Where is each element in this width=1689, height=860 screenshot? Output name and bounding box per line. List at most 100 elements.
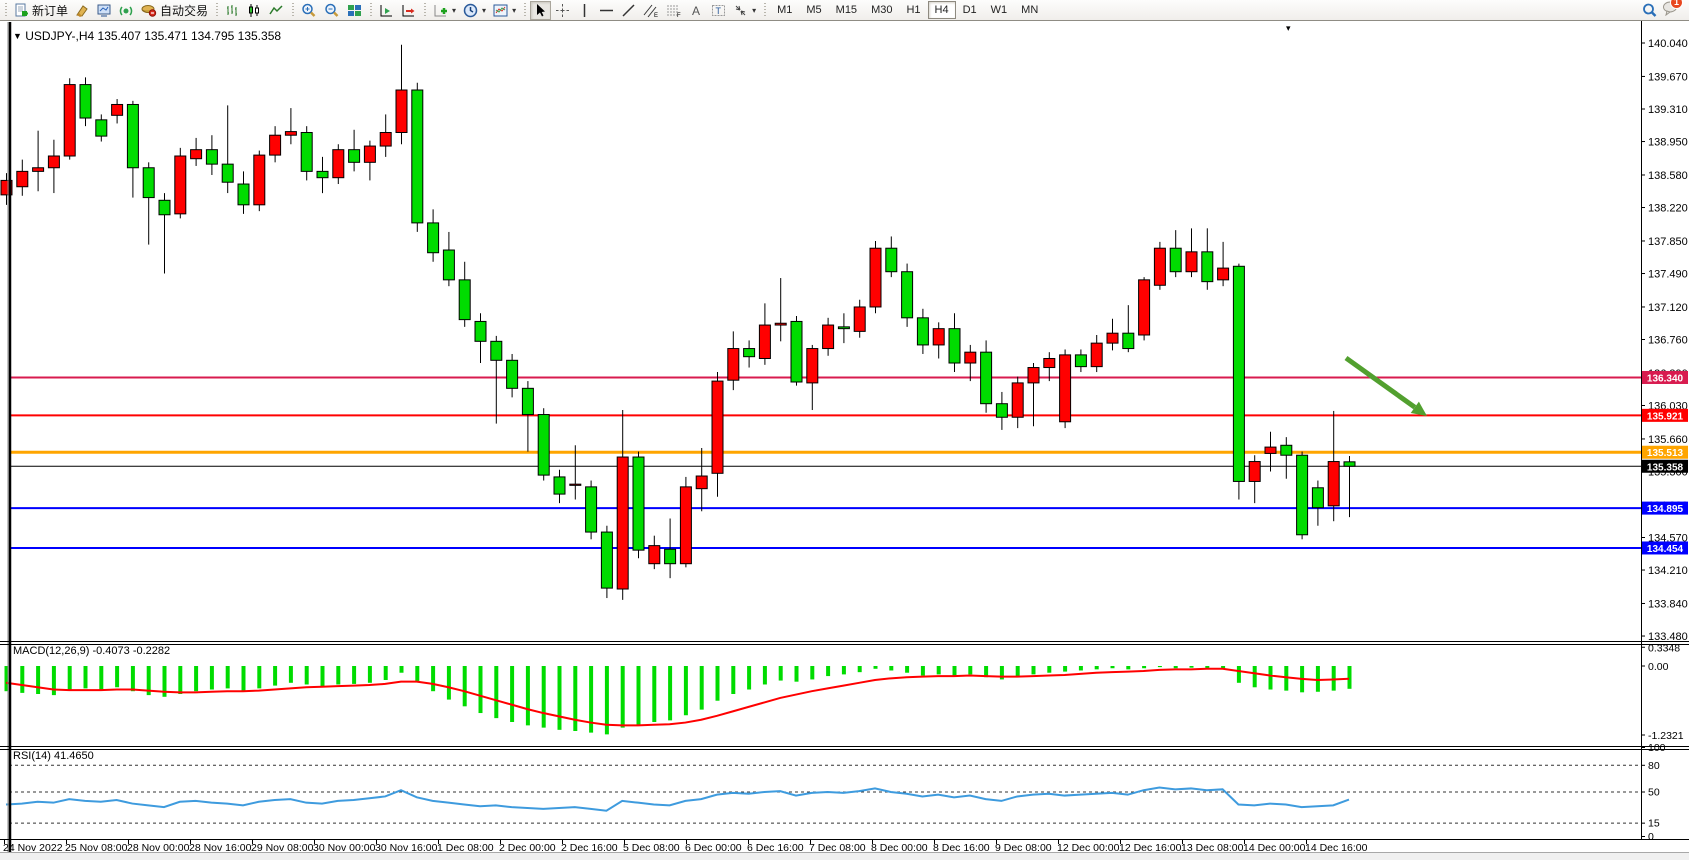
time-tick-label: 7 Dec 08:00 (809, 842, 866, 854)
time-tick-label: 30 Nov 16:00 (375, 842, 438, 854)
timeframe-tab-MN[interactable]: MN (1014, 1, 1045, 19)
equidistant-channel-icon: E (643, 3, 659, 18)
timeframe-tab-H1[interactable]: H1 (899, 1, 927, 19)
horizontal-line-tool-button[interactable] (596, 1, 617, 20)
toolbar-grip (422, 3, 427, 18)
chart-window-icon (97, 3, 112, 18)
candlestick-chart-button[interactable] (244, 1, 265, 20)
candle-body (96, 120, 107, 136)
timeframe-tab-M15[interactable]: M15 (829, 1, 864, 19)
time-tick-label: 29 Nov 08:00 (251, 842, 314, 854)
dropdown-caret-icon[interactable]: ▾ (752, 6, 756, 15)
candle-body (902, 272, 913, 318)
candle-body (807, 349, 818, 383)
chart-window-button[interactable] (94, 1, 115, 20)
toolbar-grip (368, 3, 373, 18)
periods-button[interactable]: ▾ (460, 1, 489, 20)
indicators-button[interactable]: ▾ (430, 1, 459, 20)
price-tick-label: 139.670 (1648, 71, 1688, 83)
zoom-in-icon (301, 3, 317, 18)
candle-body (917, 318, 928, 345)
timeframe-tab-D1[interactable]: D1 (956, 1, 984, 19)
time-tick-label: 8 Dec 00:00 (871, 842, 928, 854)
price-tick-label: 133.840 (1648, 598, 1688, 610)
candle-body (443, 250, 454, 280)
new-order-label: 新订单 (32, 2, 68, 19)
candle-body (507, 360, 518, 388)
candle-body (696, 476, 707, 489)
time-tick-label: 28 Nov 16:00 (189, 842, 252, 854)
brush-button[interactable] (72, 1, 93, 20)
search-button[interactable] (1639, 1, 1661, 20)
signal-button[interactable] (116, 1, 137, 20)
chart-plot[interactable]: 140.040139.670139.310138.950138.580138.2… (0, 21, 1689, 860)
templates-button[interactable]: ▾ (490, 1, 519, 20)
candle-body (127, 104, 138, 167)
crosshair-tool-button[interactable] (552, 1, 573, 20)
auto-trading-button[interactable]: 自动交易 (138, 1, 211, 20)
toolbar-grip (522, 3, 527, 18)
dropdown-caret-icon[interactable]: ▾ (452, 6, 456, 15)
price-tick-label: 137.120 (1648, 302, 1688, 314)
label-tool-button[interactable]: T (708, 1, 729, 20)
candle-body (1075, 355, 1086, 367)
auto-trading-label: 自动交易 (160, 2, 208, 19)
vertical-line-tool-button[interactable] (574, 1, 595, 20)
dropdown-caret-icon[interactable]: ▾ (482, 6, 486, 15)
timeframe-tab-W1[interactable]: W1 (984, 1, 1015, 19)
candle-body (349, 150, 360, 163)
time-tick-label: 14 Dec 16:00 (1305, 842, 1368, 854)
candle-body (1312, 488, 1323, 508)
candle-body (617, 457, 628, 589)
bar-chart-button[interactable] (222, 1, 243, 20)
candle-body (633, 457, 644, 550)
candle-body (1249, 462, 1260, 482)
new-order-button[interactable]: 新订单 (11, 1, 71, 20)
timeframe-tab-H4[interactable]: H4 (928, 1, 956, 19)
price-tag-label: 136.340 (1647, 373, 1684, 384)
arrows-icon (733, 3, 748, 18)
zoom-out-button[interactable] (321, 1, 343, 20)
time-tick-label: 2 Dec 16:00 (561, 842, 618, 854)
horizontal-line-icon (599, 3, 614, 18)
candle-body (1202, 252, 1213, 282)
time-tick-label: 14 Dec 00:00 (1243, 842, 1306, 854)
arrows-tool-button[interactable]: ▾ (730, 1, 759, 20)
chat-button[interactable]: 1 (1662, 0, 1679, 21)
candle-body (728, 349, 739, 381)
time-tick-label: 24 Nov 2022 (3, 842, 63, 854)
candle-body (191, 150, 202, 159)
timeframe-tab-M5[interactable]: M5 (799, 1, 828, 19)
chart-shift-button[interactable] (398, 1, 419, 20)
candle-body (744, 349, 755, 357)
candle-body (586, 487, 597, 532)
candle-body (64, 85, 75, 156)
dropdown-caret-icon[interactable]: ▾ (512, 6, 516, 15)
cursor-tool-button[interactable] (530, 1, 551, 20)
auto-scroll-button[interactable] (376, 1, 397, 20)
zoom-in-button[interactable] (298, 1, 320, 20)
candle-body (1044, 358, 1055, 367)
symbol-title: ▼ USDJPY-,H4 135.407 135.471 134.795 135… (13, 29, 281, 43)
fibonacci-tool-button[interactable]: F (663, 1, 685, 20)
toolbar-grip (290, 3, 295, 18)
candle-body (522, 388, 533, 414)
tile-windows-button[interactable] (344, 1, 365, 20)
candle-body (870, 248, 881, 307)
candle-body (475, 321, 486, 341)
svg-text:E: E (654, 13, 658, 18)
text-label-icon: T (711, 3, 726, 18)
channel-tool-button[interactable]: E (640, 1, 662, 20)
timeframe-tab-M30[interactable]: M30 (864, 1, 899, 19)
time-tick-label: 2 Dec 00:00 (499, 842, 556, 854)
crosshair-icon (555, 3, 570, 18)
trendline-icon (621, 3, 636, 18)
text-tool-button[interactable]: A (686, 1, 707, 20)
line-chart-button[interactable] (266, 1, 287, 20)
indicators-icon (433, 3, 448, 18)
chart-scroll-arrow-icon[interactable]: ▾ (1286, 23, 1291, 34)
timeframe-tab-M1[interactable]: M1 (770, 1, 799, 19)
collapse-arrow-icon[interactable]: ▼ (13, 31, 22, 41)
trendline-tool-button[interactable] (618, 1, 639, 20)
candle-body (301, 132, 312, 171)
